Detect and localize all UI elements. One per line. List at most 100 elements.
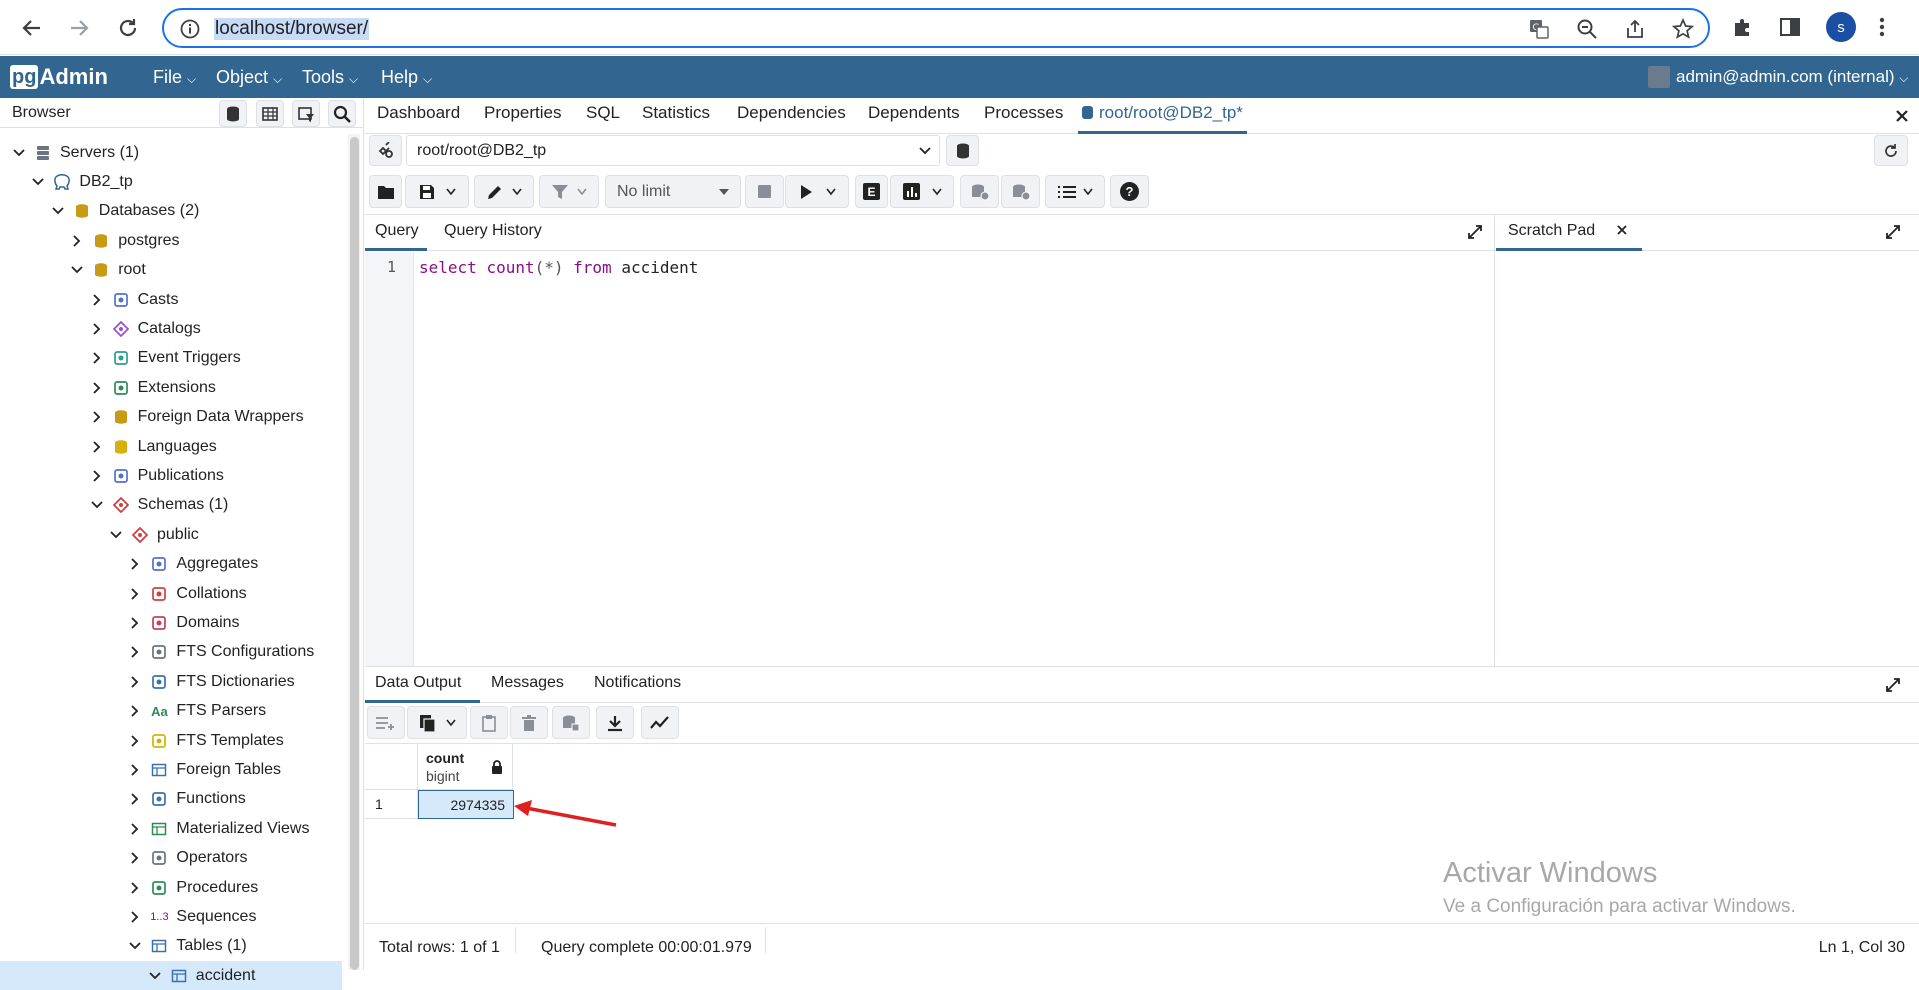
chevron-right-icon[interactable] [126,908,144,926]
user-menu[interactable]: admin@admin.com (internal) ⌵ [1676,67,1908,87]
bookmark-star-icon[interactable] [1672,18,1694,40]
refresh-button[interactable] [1874,135,1908,166]
chevron-right-icon[interactable] [126,555,144,573]
chevron-down-icon[interactable] [146,967,164,985]
tree-item-languages[interactable]: Languages [88,432,217,461]
rollback-button[interactable] [1001,175,1040,208]
add-row-button[interactable] [367,706,405,739]
chevron-right-icon[interactable] [88,379,106,397]
url-text[interactable]: localhost/browser/ [214,18,370,40]
chevron-right-icon[interactable] [88,438,106,456]
tree-scrollbar-thumb[interactable] [350,137,359,970]
tree-item-domains[interactable]: Domains [126,608,240,637]
tree-item-aggregates[interactable]: Aggregates [126,550,258,579]
column-header[interactable]: count bigint [418,744,513,790]
row-limit-select[interactable]: No limit [605,175,741,208]
filter-button[interactable] [539,175,599,208]
tab-scratch-pad[interactable]: Scratch Pad [1496,215,1642,251]
chevron-right-icon[interactable] [126,732,144,750]
tree-item-databases-2[interactable]: Databases (2) [49,197,199,226]
reload-button[interactable] [113,13,143,43]
profile-avatar[interactable]: s [1826,12,1856,42]
help-button[interactable]: ? [1110,175,1149,208]
tree-item-foreign-data-wrappers[interactable]: Foreign Data Wrappers [88,403,304,432]
filtered-rows-button[interactable] [292,100,320,127]
tree-item-fts-templates[interactable]: FTS Templates [126,726,284,755]
tab-data-output[interactable]: Data Output [365,667,480,703]
tree-item-collations[interactable]: Collations [126,579,247,608]
chevron-down-icon[interactable] [68,261,86,279]
tree-item-tables-1[interactable]: Tables (1) [126,932,247,961]
execute-button[interactable] [785,175,849,208]
tree-item-procedures[interactable]: Procedures [126,873,258,902]
save-data-button[interactable] [552,706,590,739]
chevron-down-icon[interactable] [107,526,125,544]
tree-item-db2-tp[interactable]: DB2_tp [29,167,133,196]
expand-icon[interactable] [1885,677,1901,693]
tab-notifications[interactable]: Notifications [594,674,681,692]
tree-item-servers-1[interactable]: Servers (1) [10,138,139,167]
chevron-right-icon[interactable] [126,585,144,603]
tree-item-publications[interactable]: Publications [88,461,224,490]
tree-item-extensions[interactable]: Extensions [88,373,216,402]
zoom-icon[interactable] [1576,18,1598,40]
chevron-right-icon[interactable] [68,232,86,250]
chevron-right-icon[interactable] [88,291,106,309]
sql-editor[interactable]: select count(*) from accident [415,252,1493,666]
tree-item-event-triggers[interactable]: Event Triggers [88,344,241,373]
tree-item-catalogs[interactable]: Catalogs [88,314,201,343]
side-panel-icon[interactable] [1779,16,1801,38]
edit-button[interactable] [474,175,534,208]
tree-item-fts-dictionaries[interactable]: FTS Dictionaries [126,667,295,696]
back-button[interactable] [17,13,47,43]
macros-button[interactable] [1045,175,1105,208]
result-cell[interactable]: 2974335 [418,790,514,819]
chevron-right-icon[interactable] [126,820,144,838]
tab-query-history[interactable]: Query History [444,222,542,240]
tree-item-accident[interactable]: accident [0,961,342,990]
download-button[interactable] [596,706,634,739]
tree-item-root[interactable]: root [68,256,146,285]
menu-object[interactable]: Object ⌵ [216,67,282,88]
close-icon[interactable] [1895,109,1909,123]
tree-item-foreign-tables[interactable]: Foreign Tables [126,755,281,784]
tree-item-sequences[interactable]: 1..3 Sequences [126,902,256,931]
connection-select[interactable]: root/root@DB2_tp [406,135,940,166]
menu-file[interactable]: File ⌵ [153,67,196,88]
tree-item-postgres[interactable]: postgres [68,226,180,255]
chevron-right-icon[interactable] [88,408,106,426]
forward-button[interactable] [64,13,94,43]
tab-dashboard[interactable]: Dashboard [377,102,460,132]
tree-item-materialized-views[interactable]: Materialized Views [126,814,309,843]
tab-sql[interactable]: SQL [586,102,620,132]
graph-visualiser-button[interactable] [641,706,679,739]
chevron-right-icon[interactable] [88,349,106,367]
delete-button[interactable] [510,706,548,739]
chevron-right-icon[interactable] [126,673,144,691]
search-objects-button[interactable] [328,100,356,127]
chevron-right-icon[interactable] [126,702,144,720]
kebab-menu-icon[interactable] [1878,16,1886,38]
chevron-down-icon[interactable] [10,144,28,162]
explain-analyze-button[interactable] [890,175,954,208]
stop-button[interactable] [745,175,784,208]
tree-item-operators[interactable]: Operators [126,844,248,873]
menu-help[interactable]: Help ⌵ [381,67,432,88]
chevron-right-icon[interactable] [88,467,106,485]
tab-dependents[interactable]: Dependents [868,102,960,132]
chevron-down-icon[interactable] [29,173,47,191]
expand-icon[interactable] [1885,224,1901,240]
copy-button[interactable] [407,706,467,739]
chevron-right-icon[interactable] [126,790,144,808]
chevron-right-icon[interactable] [126,614,144,632]
chevron-right-icon[interactable] [126,849,144,867]
commit-button[interactable] [960,175,999,208]
tree-item-functions[interactable]: Functions [126,785,246,814]
new-connection-button[interactable] [946,135,979,166]
translate-icon[interactable]: G [1528,18,1550,40]
row-number-cell[interactable]: 1 [365,790,418,819]
extensions-puzzle-icon[interactable] [1732,16,1754,38]
tab-query[interactable]: Query [365,215,427,251]
tree-item-fts-configurations[interactable]: FTS Configurations [126,638,314,667]
explain-button[interactable]: E [855,175,888,208]
